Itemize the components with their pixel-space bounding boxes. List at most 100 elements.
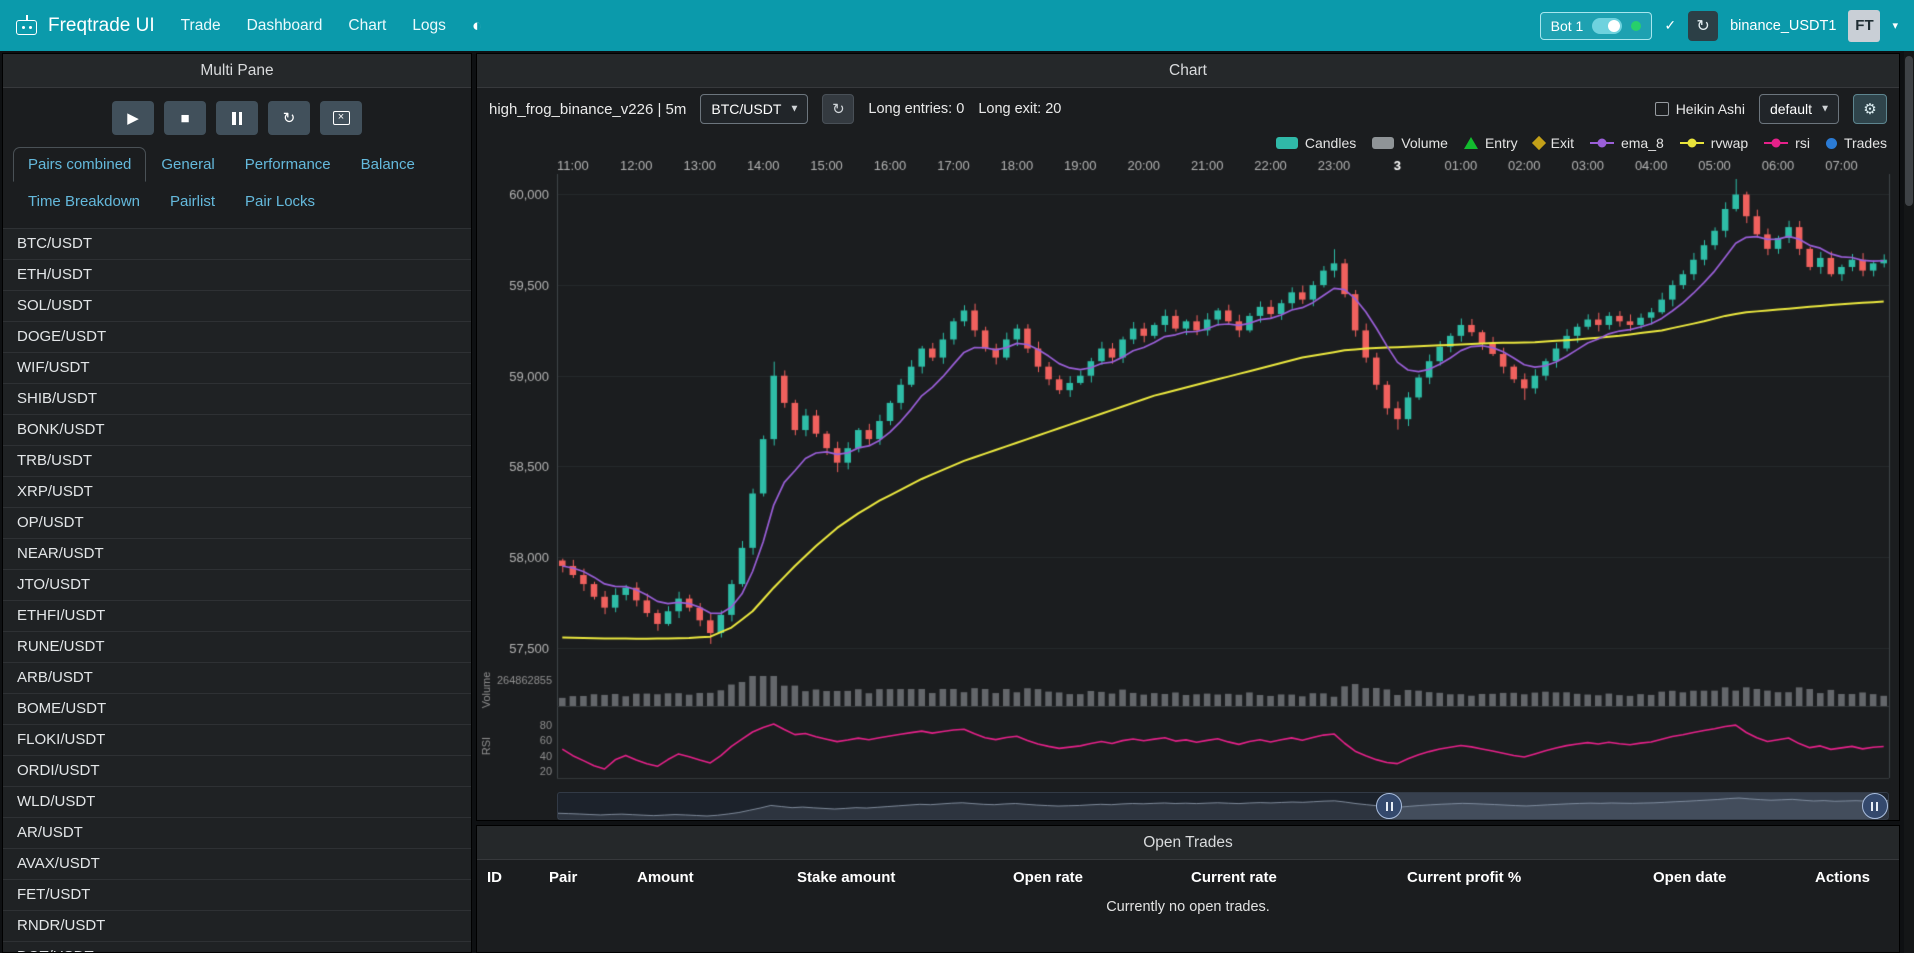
legend-label: rsi [1795,135,1810,151]
plot-settings-button[interactable]: ⚙ [1853,94,1887,124]
legend-label: Trades [1844,135,1887,151]
pair-row-wld-usdt[interactable]: WLD/USDT [3,787,471,818]
long-exit-label: Long exit: 20 [978,101,1061,117]
user-menu-caret-icon[interactable]: ▾ [1892,19,1898,32]
chart-toolbar: high_frog_binance_v226 | 5m BTC/USDT ▼ ↻… [477,88,1899,130]
pair-row-trb-usdt[interactable]: TRB/USDT [3,446,471,477]
bot-toggle[interactable] [1592,18,1622,34]
pair-row-btc-usdt[interactable]: BTC/USDT [3,229,471,260]
tab-pairlist[interactable]: Pairlist [155,184,230,219]
nav-item-chart[interactable]: Chart [348,17,386,35]
pair-row-bome-usdt[interactable]: BOME/USDT [3,694,471,725]
pair-select[interactable]: BTC/USDT ▼ [700,94,808,124]
page-scrollbar[interactable] [1904,51,1914,953]
col-current-profit: Current profit % [1407,869,1653,886]
nav-item-trade[interactable]: Trade [181,17,221,35]
legend-item-candles[interactable]: Candles [1276,135,1356,151]
exit-legend-marker-icon [1532,136,1546,150]
pair-row-avax-usdt[interactable]: AVAX/USDT [3,849,471,880]
col-stake-amount: Stake amount [797,869,1013,886]
pair-row-sol-usdt[interactable]: SOL/USDT [3,291,471,322]
datazoom-right-handle[interactable] [1862,793,1888,819]
price-chart-canvas[interactable] [477,156,1899,786]
pause-icon [232,112,242,125]
col-amount: Amount [637,869,797,886]
refresh-icon: ↻ [283,109,296,127]
pair-row-op-usdt[interactable]: OP/USDT [3,508,471,539]
volume-legend-marker-icon [1372,137,1394,149]
pair-row-doge-usdt[interactable]: DOGE/USDT [3,322,471,353]
pair-row-rndr-usdt[interactable]: RNDR/USDT [3,911,471,942]
datazoom-left-handle[interactable] [1376,793,1402,819]
stop-button[interactable]: ■ [164,101,206,135]
content: Multi Pane ▶■↻× Pairs combinedGeneralPer… [0,51,1914,953]
rsi-legend-marker-icon [1764,142,1788,144]
datazoom-selection[interactable] [1389,793,1874,819]
pair-row-wif-usdt[interactable]: WIF/USDT [3,353,471,384]
chevron-down-icon: ▼ [1820,104,1830,115]
legend-item-trades[interactable]: Trades [1826,135,1887,151]
pair-row-rune-usdt[interactable]: RUNE/USDT [3,632,471,663]
plot-cancel-button[interactable]: × [320,101,362,135]
legend-label: Candles [1305,135,1356,151]
col-current-rate: Current rate [1191,869,1407,886]
plot-config-select[interactable]: default ▼ [1759,94,1839,124]
legend-item-rvwap[interactable]: rvwap [1680,135,1748,151]
tab-performance[interactable]: Performance [230,147,346,182]
legend-item-volume[interactable]: Volume [1372,135,1448,151]
col-pair: Pair [549,869,637,886]
chart-refresh-button[interactable]: ↻ [822,94,854,124]
play-button[interactable]: ▶ [112,101,154,135]
heikin-ashi-checkbox[interactable] [1655,102,1669,116]
multi-pane-panel: Multi Pane ▶■↻× Pairs combinedGeneralPer… [2,53,472,953]
pause-button[interactable] [216,101,258,135]
pair-row-arb-usdt[interactable]: ARB/USDT [3,663,471,694]
tab-general[interactable]: General [146,147,229,182]
pair-row-fet-usdt[interactable]: FET/USDT [3,880,471,911]
refresh-button[interactable]: ↻ [268,101,310,135]
right-column: Chart high_frog_binance_v226 | 5m BTC/US… [476,53,1900,953]
entry-legend-marker-icon [1464,137,1478,149]
navbar-right: Bot 1 ✓ ↻ binance_USDT1 FT ▾ [1540,10,1898,42]
pair-row-xrp-usdt[interactable]: XRP/USDT [3,477,471,508]
legend-label: rvwap [1711,135,1748,151]
nav-item-logs[interactable]: Logs [412,17,446,35]
legend-item-exit[interactable]: Exit [1534,135,1574,151]
pair-row-ethfi-usdt[interactable]: ETHFI/USDT [3,601,471,632]
tab-time-breakdown[interactable]: Time Breakdown [13,184,155,219]
legend-item-ema-8[interactable]: ema_8 [1590,135,1664,151]
heikin-ashi-toggle[interactable]: Heikin Ashi [1655,101,1745,117]
pair-row-eth-usdt[interactable]: ETH/USDT [3,260,471,291]
plot-cancel-icon: × [333,111,350,125]
navbar-refresh-button[interactable]: ↻ [1688,11,1718,41]
tab-pair-locks[interactable]: Pair Locks [230,184,330,219]
tab-balance[interactable]: Balance [346,147,430,182]
pair-row-near-usdt[interactable]: NEAR/USDT [3,539,471,570]
user-avatar[interactable]: FT [1848,10,1880,42]
legend-label: Entry [1485,135,1518,151]
pair-row-bonk-usdt[interactable]: BONK/USDT [3,415,471,446]
bot-selector[interactable]: Bot 1 [1540,12,1653,40]
multi-pane-tabs: Pairs combinedGeneralPerformanceBalance T… [3,145,471,219]
legend-item-entry[interactable]: Entry [1464,135,1518,151]
bot-check-icon: ✓ [1664,17,1676,34]
col-actions: Actions [1815,869,1889,886]
theme-toggle-icon[interactable]: ◐ [472,16,482,36]
tab-pairs-combined[interactable]: Pairs combined [13,147,146,182]
nav-item-dashboard[interactable]: Dashboard [247,17,323,35]
long-entries-label: Long entries: 0 [868,101,964,117]
open-trades-panel: Open Trades IDPairAmountStake amountOpen… [476,825,1900,953]
pair-row-shib-usdt[interactable]: SHIB/USDT [3,384,471,415]
pair-row-dot-usdt[interactable]: DOT/USDT [3,942,471,952]
pair-row-ordi-usdt[interactable]: ORDI/USDT [3,756,471,787]
pair-row-floki-usdt[interactable]: FLOKI/USDT [3,725,471,756]
open-trades-column-row: IDPairAmountStake amountOpen rateCurrent… [477,860,1899,893]
bot-online-dot [1631,21,1641,31]
pair-row-ar-usdt[interactable]: AR/USDT [3,818,471,849]
page-scrollbar-thumb[interactable] [1905,56,1913,206]
brand[interactable]: Freqtrade UI [16,15,155,37]
datazoom-slider[interactable] [557,792,1889,820]
pair-row-jto-usdt[interactable]: JTO/USDT [3,570,471,601]
legend-item-rsi[interactable]: rsi [1764,135,1810,151]
col-open-rate: Open rate [1013,869,1191,886]
